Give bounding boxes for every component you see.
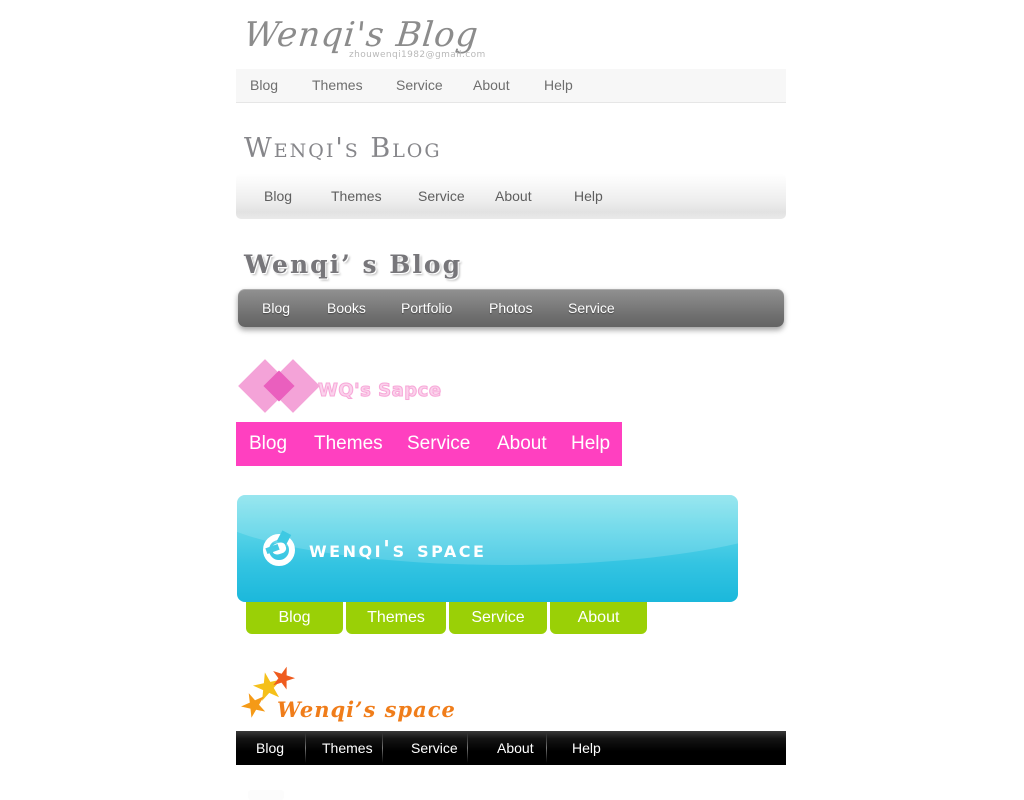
nav5-tab-themes[interactable]: Themes [346,602,446,634]
nav-bar-4: Blog Themes Service About Help [236,422,622,466]
nav4-item-help[interactable]: Help [571,422,610,466]
nav4-item-themes[interactable]: Themes [314,422,383,466]
nav2-item-themes[interactable]: Themes [331,173,382,219]
nav2-item-help[interactable]: Help [574,173,603,219]
nav-bar-3: Blog Books Portfolio Photos Service [238,289,784,327]
site-title-6: Wenqi’s space [277,697,456,722]
nav6-divider-3 [467,733,468,763]
nav1-item-service[interactable]: Service [396,69,443,102]
nav6-divider-4 [546,733,547,763]
nav3-item-blog[interactable]: Blog [262,289,290,327]
nav3-item-portfolio[interactable]: Portfolio [401,289,452,327]
circular-swirl-icon [263,530,295,566]
nav4-item-service[interactable]: Service [407,422,470,466]
nav6-item-themes[interactable]: Themes [322,731,373,765]
nav-bar-1: Blog Themes Service About Help [236,69,786,103]
nav6-divider-1 [305,733,306,763]
nav5-tab-about-label: About [577,609,620,626]
nav2-item-about[interactable]: About [495,173,532,219]
cyan-banner: WENQI'S SPACE [237,495,738,602]
nav6-item-help[interactable]: Help [572,731,601,765]
nav5-tab-themes-label: Themes [367,609,425,626]
nav-bar-6: Blog Themes Service About Help [236,731,786,765]
site-title-3: Wenqi’ s Blog [244,250,463,279]
site-title-5: WENQI'S SPACE [309,537,487,563]
next-header-sliver [248,790,284,800]
site-title-4: WQ's Sapce [318,380,442,402]
header-script-gray: Wenqi's Blog [236,10,786,60]
site-title-1: Wenqi's Blog [241,15,481,55]
nav1-item-about[interactable]: About [473,69,510,102]
nav5-tab-service-label: Service [471,609,525,626]
nav6-item-blog[interactable]: Blog [256,731,284,765]
nav1-item-help[interactable]: Help [544,69,573,102]
nav5-tab-service[interactable]: Service [449,602,547,634]
nav5-tab-blog[interactable]: Blog [246,602,343,634]
nav2-item-blog[interactable]: Blog [264,173,292,219]
nav3-item-service[interactable]: Service [568,289,615,327]
nav2-item-service[interactable]: Service [418,173,465,219]
nav1-item-themes[interactable]: Themes [312,69,363,102]
nav4-item-blog[interactable]: Blog [249,422,287,466]
nav5-tab-blog-label: Blog [278,609,311,626]
pink-diamond-icon [238,359,320,413]
nav3-item-photos[interactable]: Photos [489,289,533,327]
nav3-item-books[interactable]: Books [327,289,366,327]
nav1-item-blog[interactable]: Blog [250,69,278,102]
page-root: Wenqi's Blog zhouwenqi1982@gmail.com Blo… [0,0,1024,800]
nav4-item-about[interactable]: About [497,422,547,466]
nav6-divider-2 [382,733,383,763]
nav5-tab-about[interactable]: About [550,602,647,634]
nav6-item-about[interactable]: About [497,731,534,765]
contact-email: zhouwenqi1982@gmail.com [349,50,486,60]
site-title-2: Wenqi's Blog [244,133,442,164]
nav-bar-2: Blog Themes Service About Help [236,173,786,219]
nav6-item-service[interactable]: Service [411,731,458,765]
